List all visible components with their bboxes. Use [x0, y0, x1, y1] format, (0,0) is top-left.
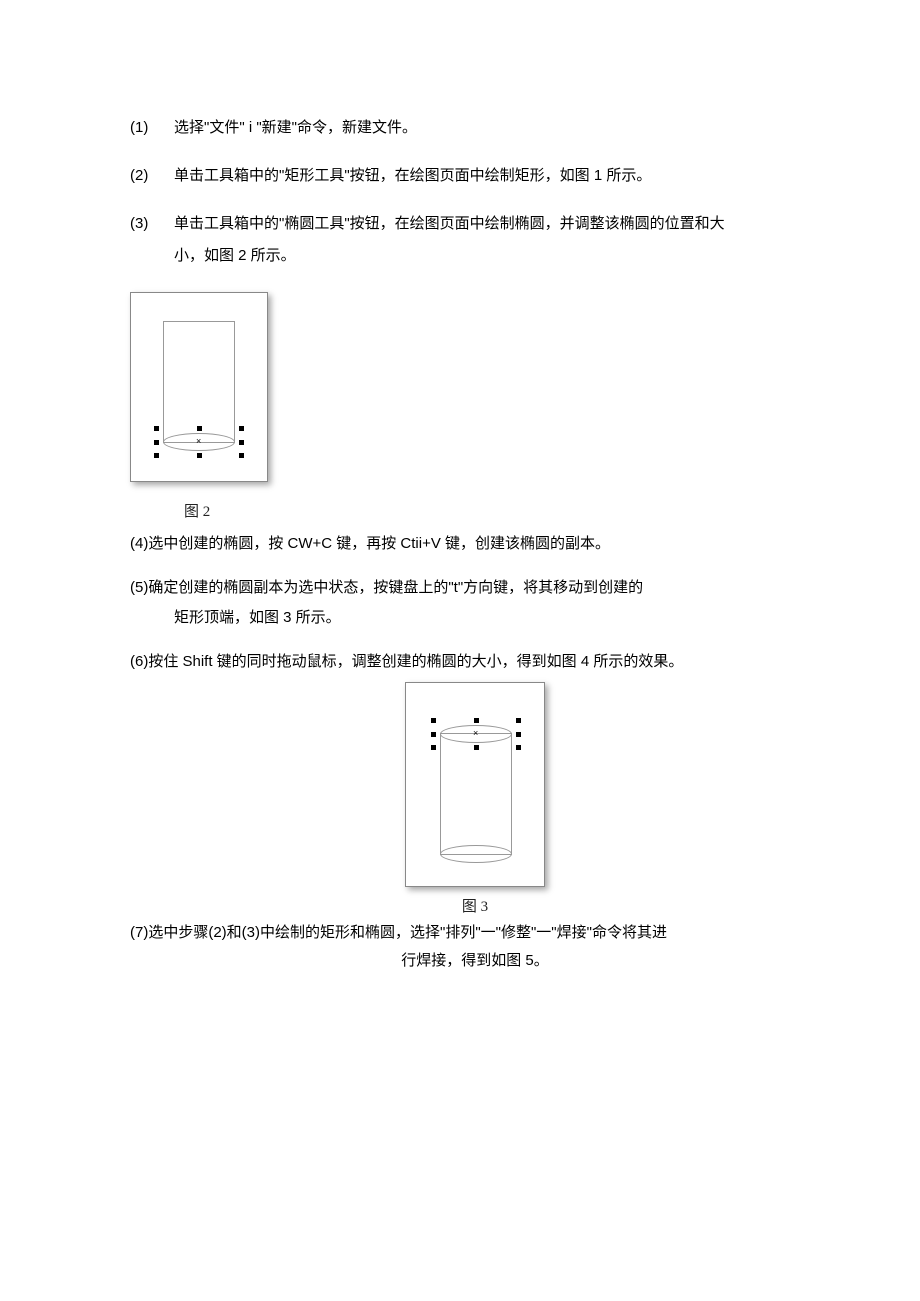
- figure-3-canvas: ×: [405, 682, 545, 887]
- selection-center: ×: [473, 731, 478, 736]
- selection-handle: [239, 426, 244, 431]
- selection-handle: [154, 426, 159, 431]
- figure-3-rectangle: [440, 733, 512, 855]
- figure-2: × 图 2: [130, 292, 820, 524]
- figure-3-caption: 图 3: [130, 895, 820, 919]
- step-7-line1: (7)选中步骤(2)和(3)中绘制的矩形和椭圆，选择"排列"一"修整"一"焊接"…: [130, 921, 820, 945]
- figure-2-canvas: ×: [130, 292, 268, 482]
- selection-handle: [239, 440, 244, 445]
- step-3-line2: 小，如图 2 所示。: [174, 244, 820, 268]
- figure-3: × 图 3: [130, 682, 820, 919]
- step-5: (5)确定创建的椭圆副本为选中状态，按键盘上的"t"方向键，将其移动到创建的: [130, 576, 820, 600]
- selection-handle: [431, 718, 436, 723]
- selection-handle: [154, 440, 159, 445]
- step-3: (3) 单击工具箱中的"椭圆工具"按钮，在绘图页面中绘制椭圆，并调整该椭圆的位置…: [130, 212, 820, 268]
- step-2-num: (2): [130, 164, 174, 188]
- selection-handle: [516, 718, 521, 723]
- selection-handle: [431, 732, 436, 737]
- step-1-text: 选择"文件" i "新建"命令，新建文件。: [174, 116, 820, 140]
- step-3-line1: 单击工具箱中的"椭圆工具"按钮，在绘图页面中绘制椭圆，并调整该椭圆的位置和大: [174, 212, 820, 236]
- selection-handle: [431, 745, 436, 750]
- step-4: (4)选中创建的椭圆，按 CW+C 键，再按 Ctii+V 键，创建该椭圆的副本…: [130, 532, 820, 556]
- step-2-text: 单击工具箱中的"矩形工具"按钮，在绘图页面中绘制矩形，如图 1 所示。: [174, 164, 820, 188]
- selection-handle: [516, 745, 521, 750]
- step-6: (6)按住 Shift 键的同时拖动鼠标，调整创建的椭圆的大小，得到如图 4 所…: [130, 650, 820, 674]
- step-3-num: (3): [130, 212, 174, 268]
- selection-handle: [474, 745, 479, 750]
- step-5-line2: 矩形顶端，如图 3 所示。: [174, 606, 820, 630]
- selection-handle: [474, 718, 479, 723]
- step-1: (1) 选择"文件" i "新建"命令，新建文件。: [130, 116, 820, 140]
- step-5-line1: (5)确定创建的椭圆副本为选中状态，按键盘上的"t"方向键，将其移动到创建的: [130, 576, 820, 600]
- selection-handle: [197, 453, 202, 458]
- selection-center: ×: [196, 439, 201, 444]
- selection-handle: [197, 426, 202, 431]
- selection-handle: [516, 732, 521, 737]
- step-2: (2) 单击工具箱中的"矩形工具"按钮，在绘图页面中绘制矩形，如图 1 所示。: [130, 164, 820, 188]
- step-3-text: 单击工具箱中的"椭圆工具"按钮，在绘图页面中绘制椭圆，并调整该椭圆的位置和大 小…: [174, 212, 820, 268]
- step-7-line2: 行焊接，得到如图 5。: [130, 949, 820, 973]
- figure-3-ellipse-bottom: [440, 845, 512, 863]
- figure-2-caption: 图 2: [184, 500, 820, 524]
- selection-handle: [239, 453, 244, 458]
- selection-handle: [154, 453, 159, 458]
- figure-2-rectangle: [163, 321, 235, 443]
- step-1-num: (1): [130, 116, 174, 140]
